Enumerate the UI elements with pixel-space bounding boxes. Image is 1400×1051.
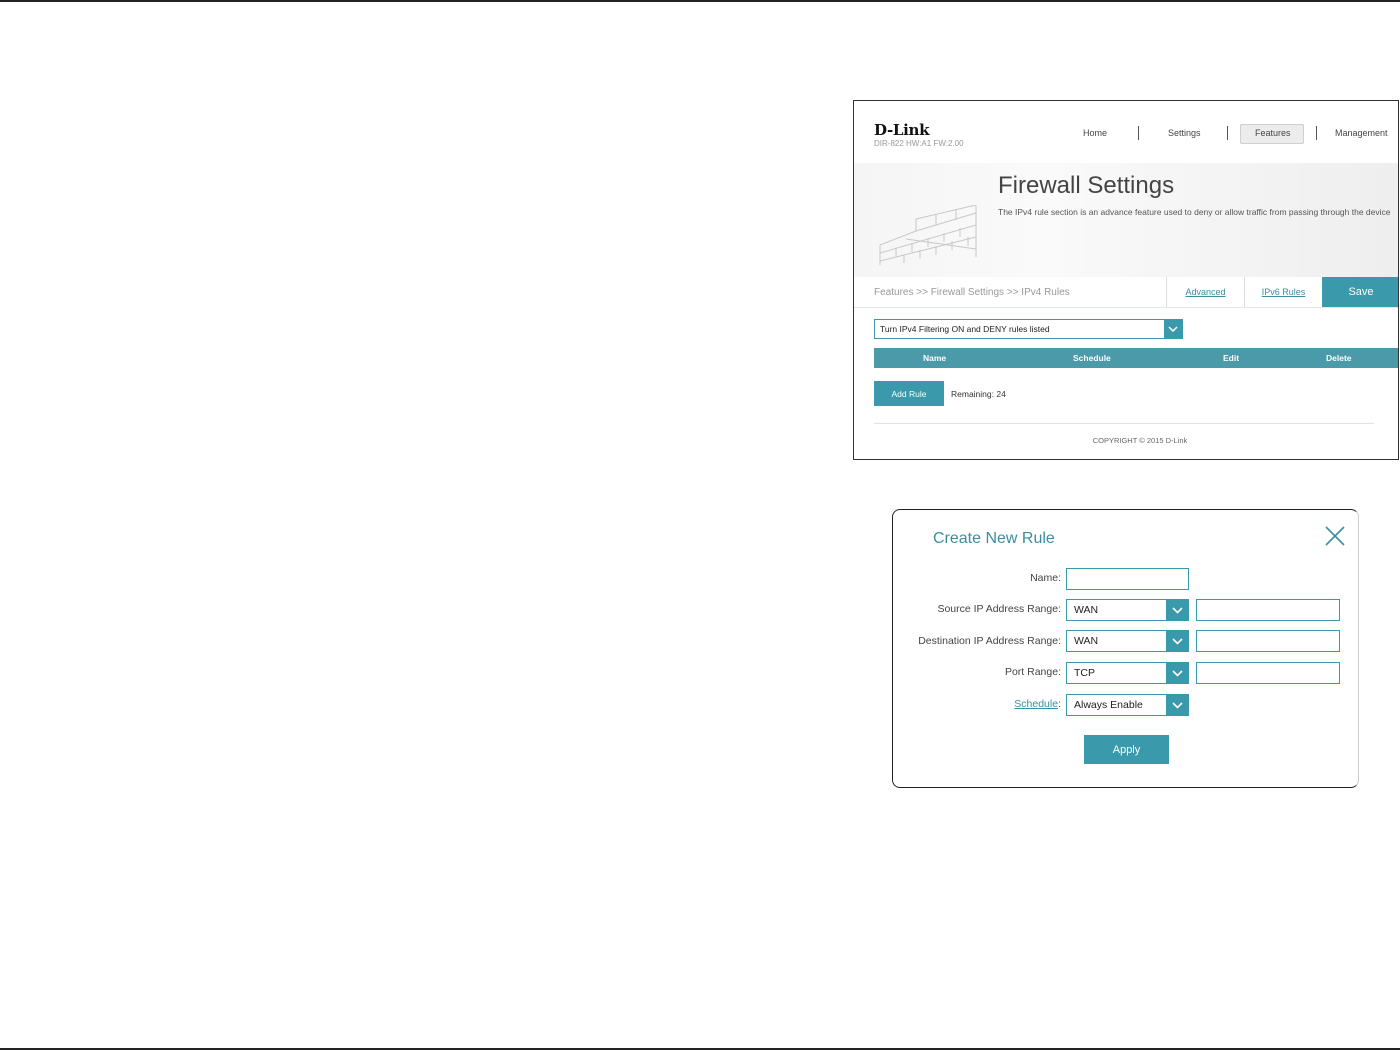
ipv4-filter-select[interactable]: Turn IPv4 Filtering ON and DENY rules li… (874, 319, 1183, 339)
name-field[interactable] (1066, 568, 1189, 590)
destination-ip-field[interactable] (1196, 630, 1340, 652)
nav-management[interactable]: Management (1335, 128, 1388, 138)
page-title: Firewall Settings (998, 172, 1175, 199)
tab-advanced[interactable]: Advanced (1166, 277, 1244, 307)
destination-ip-select-value: WAN (1074, 635, 1099, 647)
brick-wall-icon (879, 205, 977, 265)
page-bottom-rule (0, 1048, 1400, 1050)
nav-home[interactable]: Home (1083, 128, 1107, 138)
destination-ip-select[interactable]: WAN (1066, 630, 1189, 652)
column-edit: Edit (1223, 353, 1240, 363)
header-bar: D-Link DIR-822 HW:A1 FW:2.00 Home Settin… (854, 101, 1398, 164)
destination-ip-label: Destination IP Address Range: (918, 635, 1061, 647)
port-range-label: Port Range: (1004, 666, 1061, 678)
page-banner: Firewall Settings The IPv4 rule section … (854, 163, 1398, 278)
schedule-select[interactable]: Always Enable (1066, 694, 1189, 716)
source-ip-field[interactable] (1196, 599, 1340, 621)
port-range-select[interactable]: TCP (1066, 662, 1189, 684)
schedule-label-group: Schedule: (1014, 698, 1061, 710)
nav-separator (1316, 126, 1317, 140)
nav-settings[interactable]: Settings (1168, 128, 1201, 138)
chevron-down-icon[interactable] (1166, 600, 1188, 620)
source-ip-label: Source IP Address Range: (937, 603, 1061, 615)
chevron-down-icon[interactable] (1164, 320, 1182, 338)
page-description: The IPv4 rule section is an advance feat… (998, 207, 1391, 217)
schedule-link[interactable]: Schedule (1014, 698, 1058, 710)
page-top-rule (0, 0, 1400, 2)
tab-ipv6-rules[interactable]: IPv6 Rules (1244, 277, 1322, 307)
schedule-colon: : (1058, 698, 1061, 710)
chevron-down-icon[interactable] (1166, 663, 1188, 683)
create-rule-dialog: Create New Rule Name: Source IP Address … (892, 509, 1359, 788)
chevron-down-icon[interactable] (1166, 631, 1188, 651)
model-info: DIR-822 HW:A1 FW:2.00 (874, 139, 964, 148)
column-schedule: Schedule (1073, 353, 1111, 363)
column-delete: Delete (1326, 353, 1352, 363)
remaining-count: Remaining: 24 (951, 389, 1006, 399)
nav-separator (1138, 126, 1139, 140)
close-icon[interactable] (1323, 524, 1347, 548)
breadcrumb-bar: Features >> Firewall Settings >> IPv4 Ru… (854, 277, 1398, 308)
save-button[interactable]: Save (1322, 277, 1398, 307)
firewall-settings-screenshot: D-Link DIR-822 HW:A1 FW:2.00 Home Settin… (853, 100, 1399, 460)
rules-table-header: Name Schedule Edit Delete (874, 348, 1398, 368)
dialog-title: Create New Rule (933, 530, 1055, 547)
nav-features[interactable]: Features (1255, 128, 1291, 138)
add-rule-button[interactable]: Add Rule (874, 381, 944, 406)
port-range-field[interactable] (1196, 662, 1340, 684)
nav-separator (1227, 126, 1228, 140)
apply-button[interactable]: Apply (1084, 735, 1169, 764)
footer-divider (874, 423, 1374, 424)
breadcrumb: Features >> Firewall Settings >> IPv4 Ru… (874, 287, 1070, 298)
source-ip-select-value: WAN (1074, 604, 1099, 616)
port-range-select-value: TCP (1074, 667, 1095, 679)
source-ip-select[interactable]: WAN (1066, 599, 1189, 621)
dlink-logo: D-Link (874, 121, 930, 139)
schedule-select-value: Always Enable (1074, 699, 1143, 711)
chevron-down-icon[interactable] (1166, 695, 1188, 715)
copyright-text: COPYRIGHT © 2015 D-Link (1092, 436, 1188, 445)
ipv4-filter-value: Turn IPv4 Filtering ON and DENY rules li… (880, 324, 1050, 334)
column-name: Name (923, 353, 947, 363)
name-label: Name: (1030, 572, 1061, 584)
